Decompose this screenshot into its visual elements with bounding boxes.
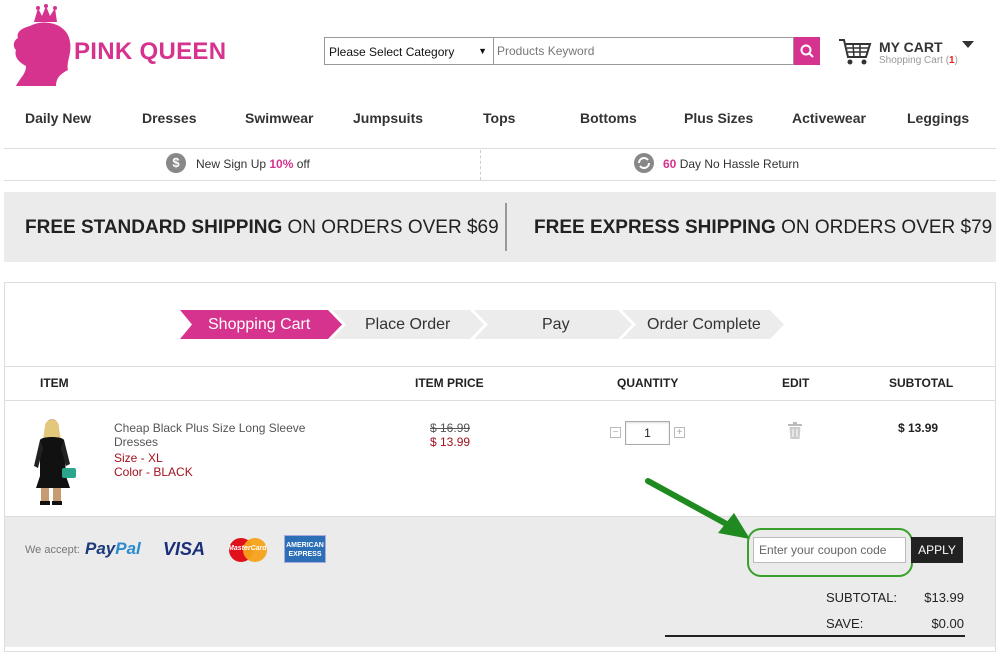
nav-jumpsuits[interactable]: Jumpsuits	[353, 110, 423, 126]
cart-summary-prefix: Shopping Cart (	[879, 55, 950, 66]
table-header-bottom-border	[5, 400, 995, 401]
mastercard-label: MasterCard	[228, 545, 267, 552]
paypal-logo-pal: Pal	[115, 539, 141, 558]
visa-logo: VISA	[163, 539, 206, 559]
col-edit: EDIT	[782, 376, 810, 390]
standard-shipping-text: FREE STANDARD SHIPPING ON ORDERS OVER $6…	[25, 217, 499, 239]
trash-icon[interactable]	[788, 422, 802, 439]
chevron-down-icon[interactable]	[962, 41, 974, 48]
nav-daily-new[interactable]: Daily New	[25, 110, 91, 126]
totals-divider	[665, 635, 965, 637]
search-input[interactable]	[494, 37, 794, 65]
brand-name[interactable]: PINK QUEEN	[74, 38, 226, 66]
standard-shipping-title: FREE STANDARD SHIPPING	[25, 217, 283, 238]
nav-plus-sizes[interactable]: Plus Sizes	[684, 110, 753, 126]
col-item-price: ITEM PRICE	[415, 376, 484, 390]
nav-activewear[interactable]: Activewear	[792, 110, 866, 126]
paypal-logo-pay: Pay	[85, 539, 116, 558]
standard-shipping-condition: ON ORDERS OVER $69	[282, 217, 499, 238]
mastercard-logo: MasterCard	[226, 537, 270, 563]
cart-summary-suffix: )	[954, 55, 958, 66]
col-item: ITEM	[40, 376, 69, 390]
cart-summary[interactable]: Shopping Cart (1)	[879, 55, 958, 66]
apply-coupon-button[interactable]: APPLY	[911, 537, 963, 563]
product-image[interactable]	[30, 418, 82, 506]
express-shipping-text: FREE EXPRESS SHIPPING ON ORDERS OVER $79	[534, 217, 992, 239]
express-shipping-condition: ON ORDERS OVER $79	[775, 217, 993, 238]
promo-divider	[480, 150, 481, 180]
we-accept-label: We accept:	[25, 544, 80, 556]
category-select-value: Please Select Category	[329, 45, 455, 59]
nav-bottoms[interactable]: Bottoms	[580, 110, 637, 126]
shipping-divider	[505, 203, 507, 251]
promo-strip	[4, 148, 996, 181]
search-button[interactable]	[794, 37, 820, 65]
nav-swimwear[interactable]: Swimwear	[245, 110, 313, 126]
category-select[interactable]: Please Select Category ▼	[324, 37, 494, 65]
signup-promo-discount: 10%	[269, 157, 294, 171]
step-place-order: Place Order	[365, 316, 451, 333]
product-size: Size - XL	[114, 451, 163, 465]
save-value: $0.00	[931, 616, 964, 631]
step-pay: Pay	[542, 316, 570, 333]
annotation-arrow-icon	[645, 478, 750, 539]
step-shopping-cart: Shopping Cart	[208, 316, 311, 333]
quantity-increase-button[interactable]: +	[674, 427, 685, 438]
my-cart-link[interactable]: MY CART	[879, 39, 943, 55]
quantity-input[interactable]	[625, 421, 670, 445]
amex-logo: AMERICAN EXPRESS	[284, 535, 326, 563]
product-color: Color - BLACK	[114, 465, 193, 479]
table-header-top-border	[5, 366, 995, 367]
express-shipping-title: FREE EXPRESS SHIPPING	[534, 217, 776, 238]
nav-dresses[interactable]: Dresses	[142, 110, 197, 126]
nav-leggings[interactable]: Leggings	[907, 110, 969, 126]
return-promo[interactable]: 60 Day No Hassle Return	[663, 157, 799, 171]
quantity-decrease-button[interactable]: −	[610, 427, 621, 438]
signup-promo-suffix: off	[293, 157, 310, 171]
coupon-input[interactable]	[753, 537, 906, 563]
subtotal-label: SUBTOTAL:	[826, 590, 898, 605]
paypal-logo: PayPal	[85, 539, 141, 559]
signup-promo[interactable]: New Sign Up 10% off	[196, 157, 310, 171]
dollar-icon: $	[166, 153, 186, 173]
subtotal-value: $13.99	[924, 590, 964, 605]
save-label: SAVE:	[826, 616, 864, 631]
col-quantity: QUANTITY	[617, 376, 679, 390]
search-icon	[800, 44, 814, 58]
dropdown-arrow-icon: ▼	[478, 46, 487, 56]
return-icon	[634, 153, 654, 173]
product-name[interactable]: Cheap Black Plus Size Long Sleeve Dresse…	[114, 421, 334, 449]
signup-promo-text: New Sign Up	[196, 157, 270, 171]
cart-icon[interactable]	[838, 37, 872, 67]
sale-price: $ 13.99	[430, 435, 471, 449]
step-order-complete: Order Complete	[647, 316, 761, 333]
col-subtotal: SUBTOTAL	[889, 376, 954, 390]
return-promo-text: Day No Hassle Return	[676, 157, 800, 171]
row-subtotal: $ 13.99	[898, 421, 939, 435]
nav-tops[interactable]: Tops	[483, 110, 515, 126]
original-price: $ 16.99	[430, 421, 471, 435]
return-promo-days: 60	[663, 157, 677, 171]
